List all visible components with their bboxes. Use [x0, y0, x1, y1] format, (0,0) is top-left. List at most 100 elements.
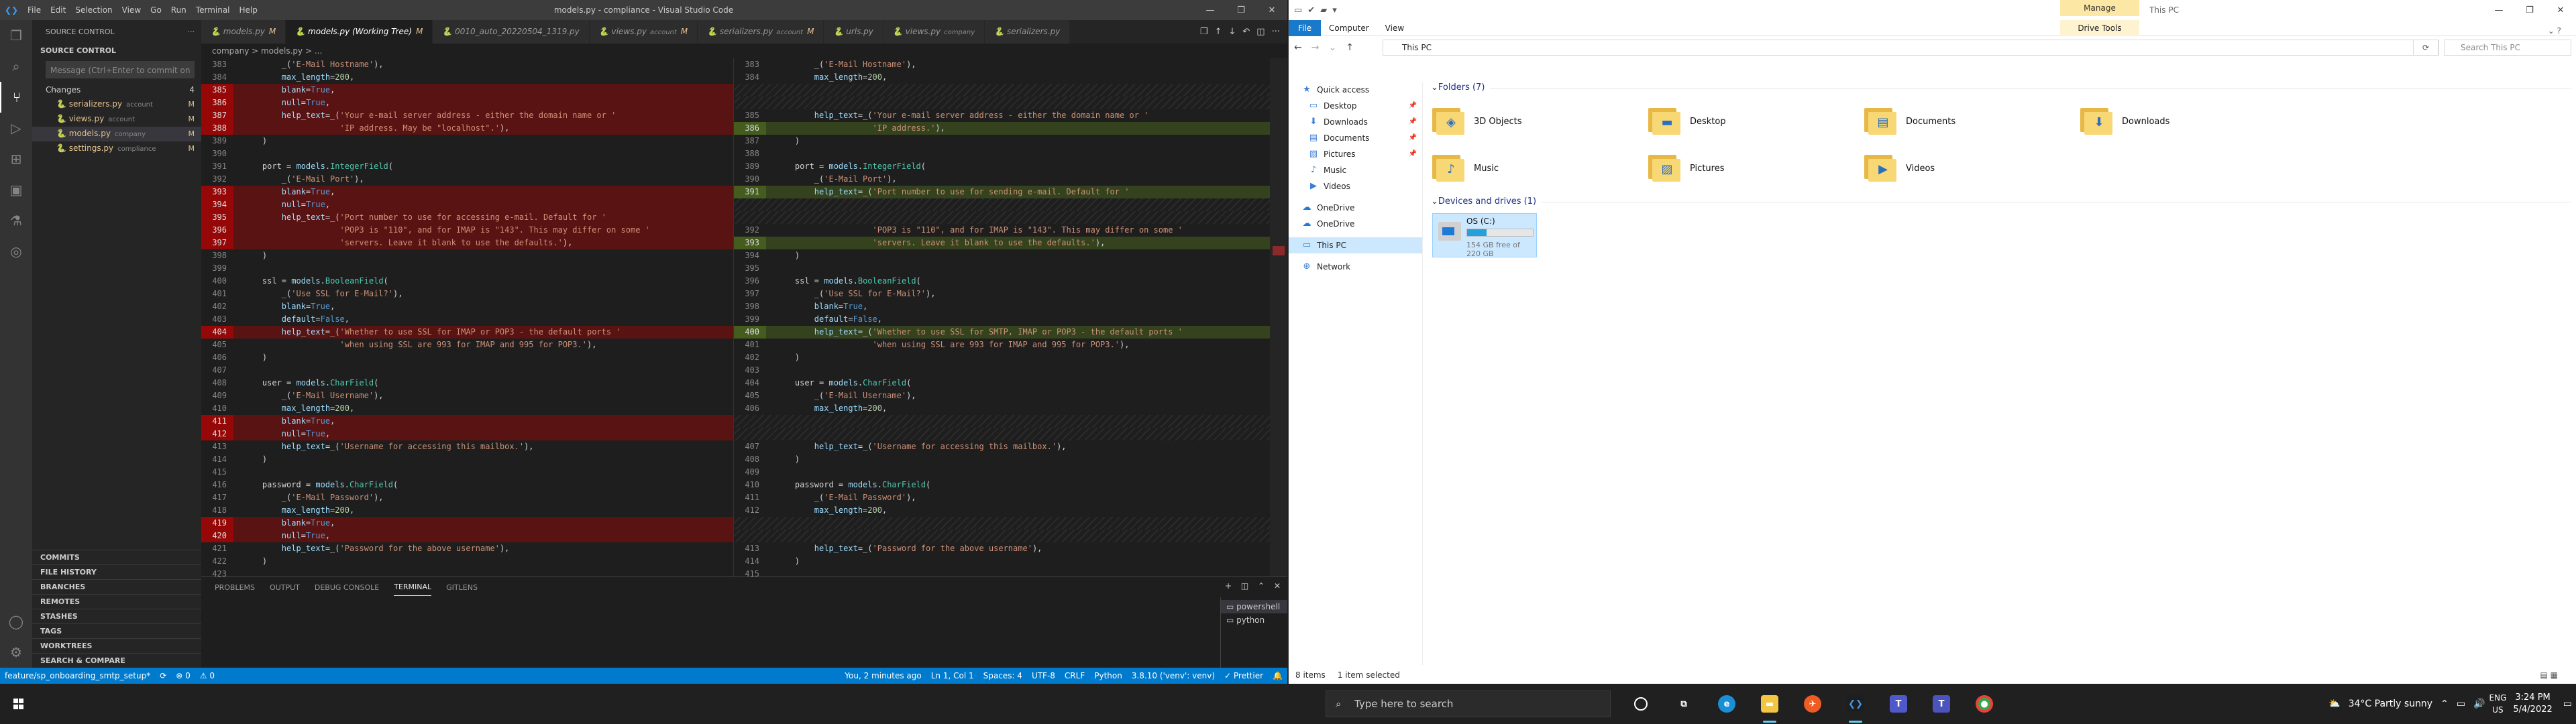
breadcrumb[interactable]: company > models.py > ... — [201, 44, 1287, 58]
commit-message-input[interactable]: Message (Ctrl+Enter to commit on ... — [46, 61, 195, 93]
nav-item-videos[interactable]: ▶ Videos — [1289, 178, 1422, 194]
explorer-icon[interactable]: ❐ — [0, 20, 32, 51]
ribbon-tab-view[interactable]: View — [1377, 20, 1412, 36]
search-box[interactable]: Search This PC — [2444, 40, 2571, 56]
nav-item-pictures[interactable]: ▨ Pictures 📌 — [1289, 146, 1422, 162]
section-remotes[interactable]: REMOTES — [32, 594, 201, 609]
folder-tile[interactable]: ⬇ Downloads — [2080, 98, 2296, 145]
folder-tile[interactable]: ▬ Desktop — [1648, 98, 1864, 145]
menu-view[interactable]: View — [117, 5, 146, 15]
terminal-instance[interactable]: ▭ powershell — [1221, 600, 1287, 613]
terminal-instance[interactable]: ▭ python — [1221, 613, 1287, 627]
refresh-icon[interactable]: ⟳ — [2413, 40, 2438, 56]
section-worktrees[interactable]: WORKTREES — [32, 638, 201, 653]
close-icon[interactable]: ✕ — [1256, 0, 1287, 20]
postman-icon[interactable]: ✈ — [1791, 684, 1834, 724]
teams-classic-icon[interactable]: T — [1920, 684, 1963, 724]
folder-tile[interactable]: ◈ 3D Objects — [1432, 98, 1648, 145]
minimize-icon[interactable]: — — [2483, 0, 2514, 20]
start-button[interactable] — [0, 684, 36, 724]
drive-c-tile[interactable]: OS (C:) 154 GB free of 220 GB — [1432, 213, 1537, 258]
folder-tile[interactable]: ▨ Pictures — [1648, 145, 1864, 192]
restore-icon[interactable]: ❐ — [2514, 0, 2545, 20]
menu-go[interactable]: Go — [146, 5, 166, 15]
ribbon-tab-file[interactable]: File — [1289, 19, 1321, 36]
up-icon[interactable]: ↑ — [1346, 42, 1354, 53]
section-tags[interactable]: TAGS — [32, 623, 201, 638]
back-icon[interactable]: ← — [1294, 42, 1302, 53]
taskbar-search[interactable]: ⌕ Type here to search — [1326, 690, 1611, 717]
task-view-icon[interactable]: ⧉ — [1662, 684, 1705, 724]
prev-change-icon[interactable]: ↑ — [1215, 27, 1222, 37]
warnings-status[interactable]: ⚠ 0 — [195, 668, 219, 684]
drive-tools-tab[interactable]: Drive Tools — [2060, 20, 2139, 36]
weather-text[interactable]: 34°C Partly sunny — [2349, 699, 2433, 709]
changed-file-item[interactable]: 🐍 views.py account M — [32, 112, 201, 127]
file-explorer-taskbar-icon[interactable]: ▬ — [1748, 684, 1791, 724]
branch-status[interactable]: feature/sp_onboarding_smtp_setup* — [0, 668, 155, 684]
panel-tab-debug-console[interactable]: DEBUG CONSOLE — [315, 579, 379, 596]
menu-file[interactable]: File — [23, 5, 46, 15]
run-debug-icon[interactable]: ▷ — [0, 113, 32, 143]
nav-item-network[interactable]: ⊕ Network — [1289, 259, 1422, 275]
editor-tab[interactable]: 🐍 models.py (Working Tree) M — [286, 20, 433, 44]
chrome-icon[interactable]: ● — [1963, 684, 2006, 724]
indentation-status[interactable]: Spaces: 4 — [979, 668, 1027, 684]
address-bar[interactable]: This PC — [1383, 40, 2439, 56]
forward-icon[interactable]: → — [1311, 42, 1320, 53]
vscode-taskbar-icon[interactable]: ❮❯ — [1834, 684, 1877, 724]
notifications-icon[interactable]: 🔔 — [1268, 668, 1287, 684]
section-file-history[interactable]: FILE HISTORY — [32, 564, 201, 579]
remote-explorer-icon[interactable]: ▣ — [0, 174, 32, 205]
view-toggle-icons[interactable]: ▤ ▦ — [2540, 666, 2559, 684]
section-source-control[interactable]: SOURCE CONTROL — [32, 44, 201, 58]
clock[interactable]: 3:24 PM 5/4/2022 — [2513, 692, 2552, 716]
overview-ruler[interactable] — [1270, 58, 1287, 577]
restore-icon[interactable]: ❐ — [1226, 0, 1256, 20]
search-icon[interactable]: ⌕ — [0, 51, 32, 82]
section-search-compare[interactable]: SEARCH & COMPARE — [32, 653, 201, 668]
editor-tab[interactable]: 🐍 serializers.py account M — [698, 20, 824, 44]
manage-tab-header[interactable]: Manage — [2060, 0, 2139, 16]
customize-toolbar-icon[interactable]: ▾ — [1332, 5, 1337, 15]
drives-group-header[interactable]: ⌄ Devices and drives (1) — [1431, 194, 2571, 209]
close-panel-icon[interactable]: ✕ — [1274, 581, 1281, 591]
editor-tab[interactable]: 🐍 urls.py — [824, 20, 883, 44]
prettier-status[interactable]: ✓ Prettier — [1220, 668, 1268, 684]
language-mode[interactable]: Python — [1089, 668, 1127, 684]
recent-locations-icon[interactable]: ⌄ — [1328, 42, 1336, 53]
testing-icon[interactable]: ⚗ — [0, 205, 32, 236]
accounts-icon[interactable]: ◯ — [0, 606, 32, 637]
split-editor-icon[interactable]: ◫ — [1256, 27, 1265, 37]
changed-file-item[interactable]: 🐍 models.py company M — [32, 127, 201, 141]
section-stashes[interactable]: STASHES — [32, 609, 201, 623]
show-hidden-icons[interactable]: ⌃ — [2440, 699, 2449, 709]
changes-group[interactable]: Changes 4 — [32, 82, 201, 97]
next-change-icon[interactable]: ↓ — [1228, 27, 1236, 37]
diff-modified-pane[interactable]: 383 _('E-Mail Hostname'), 384 max_length=… — [733, 58, 1270, 577]
cortana-icon[interactable] — [1619, 684, 1662, 724]
interpreter-status[interactable]: 3.8.10 ('venv': venv) — [1127, 668, 1220, 684]
maximize-panel-icon[interactable]: ⌃ — [1258, 581, 1265, 591]
new-terminal-icon[interactable]: + — [1225, 581, 1232, 591]
menu-selection[interactable]: Selection — [70, 5, 117, 15]
menu-help[interactable]: Help — [235, 5, 262, 15]
nav-item-music[interactable]: ♪ Music — [1289, 162, 1422, 178]
new-folder-icon[interactable]: ▰ — [1320, 5, 1327, 15]
open-file-icon[interactable]: ❐ — [1200, 27, 1208, 37]
ribbon-tab-computer[interactable]: Computer — [1321, 20, 1377, 36]
menu-run[interactable]: Run — [166, 5, 191, 15]
language-indicator[interactable]: ENG US — [2489, 692, 2507, 716]
nav-item-quick-access[interactable]: ★ Quick access — [1289, 82, 1422, 98]
edge-icon[interactable]: e — [1705, 684, 1748, 724]
diff-original-pane[interactable]: 383 _('E-Mail Hostname'), 384 max_length=… — [201, 58, 733, 577]
panel-tab-terminal[interactable]: TERMINAL — [394, 579, 432, 596]
section-commits[interactable]: COMMITS — [32, 550, 201, 564]
encoding-status[interactable]: UTF-8 — [1027, 668, 1060, 684]
folder-tile[interactable]: ▶ Videos — [1864, 145, 2080, 192]
source-control-icon[interactable]: ⑂ — [0, 82, 32, 113]
changed-file-item[interactable]: 🐍 serializers.py account M — [32, 97, 201, 112]
nav-item-documents[interactable]: ▤ Documents 📌 — [1289, 130, 1422, 146]
errors-status[interactable]: ⊗ 0 — [171, 668, 195, 684]
more-actions-icon[interactable]: ··· — [1272, 27, 1280, 37]
